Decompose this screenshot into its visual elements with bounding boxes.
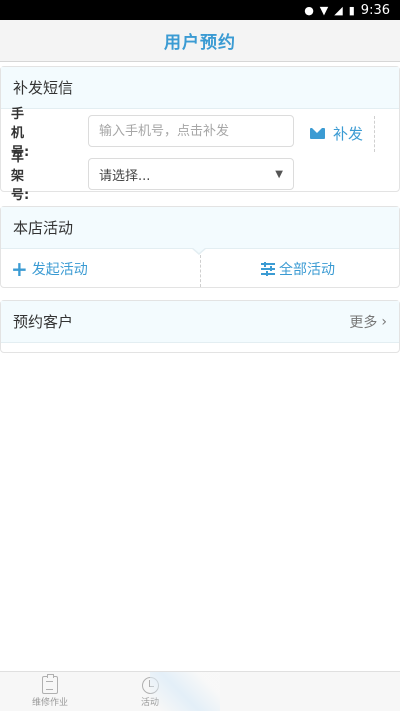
plus-icon: + bbox=[11, 257, 28, 281]
more-label: 更多 bbox=[349, 315, 378, 331]
phone-input[interactable] bbox=[88, 115, 294, 147]
customer-card-header: 预约客户 bbox=[1, 301, 399, 343]
sliders-icon bbox=[261, 262, 275, 276]
location-icon: ● bbox=[304, 3, 314, 17]
all-activities-label: 全部活动 bbox=[279, 262, 335, 278]
battery-icon: ▮ bbox=[348, 3, 355, 17]
customer-card: 预约客户 更多 › bbox=[0, 300, 400, 353]
clipboard-icon bbox=[42, 674, 58, 694]
resend-separator bbox=[374, 116, 375, 152]
activity-card-title: 本店活动 bbox=[13, 219, 74, 237]
nav-item-repair[interactable]: 维修作业 bbox=[0, 672, 100, 711]
more-link[interactable]: 更多 › bbox=[349, 301, 387, 343]
frame-select[interactable]: 请选择... ▼ bbox=[88, 158, 294, 190]
status-time: 9:36 bbox=[360, 2, 390, 18]
nav-highlight-overlay bbox=[150, 672, 220, 711]
mail-icon bbox=[310, 127, 325, 139]
resend-button[interactable]: 补发 bbox=[310, 120, 363, 146]
customer-card-title: 预约客户 bbox=[13, 313, 74, 331]
nav-item-repair-label: 维修作业 bbox=[31, 698, 68, 708]
all-activities-button[interactable]: 全部活动 bbox=[261, 250, 335, 288]
activity-card: 本店活动 + 发起活动 全部活动 bbox=[0, 206, 400, 288]
status-bar: ● ▼ ◢ ▮ 9:36 bbox=[0, 0, 400, 20]
signal-icon: ◢ bbox=[334, 3, 343, 17]
frame-select-value: 请选择... bbox=[99, 168, 151, 184]
chevron-right-icon: › bbox=[381, 314, 387, 330]
activity-divider bbox=[200, 255, 201, 287]
activity-card-header: 本店活动 bbox=[1, 207, 399, 249]
start-activity-button[interactable]: + 发起活动 bbox=[11, 250, 88, 288]
sms-card-header: 补发短信 bbox=[1, 67, 399, 109]
chevron-down-icon: ▼ bbox=[275, 168, 283, 180]
title-bar: 用户预约 bbox=[0, 20, 400, 62]
page-title: 用户预约 bbox=[164, 33, 236, 53]
wifi-icon: ▼ bbox=[319, 3, 329, 17]
frame-label: 车架号: bbox=[11, 149, 30, 203]
sms-card-title: 补发短信 bbox=[13, 79, 74, 97]
resend-label: 补发 bbox=[333, 124, 364, 143]
header-notch-inner bbox=[192, 247, 206, 253]
start-activity-label: 发起活动 bbox=[31, 262, 88, 278]
